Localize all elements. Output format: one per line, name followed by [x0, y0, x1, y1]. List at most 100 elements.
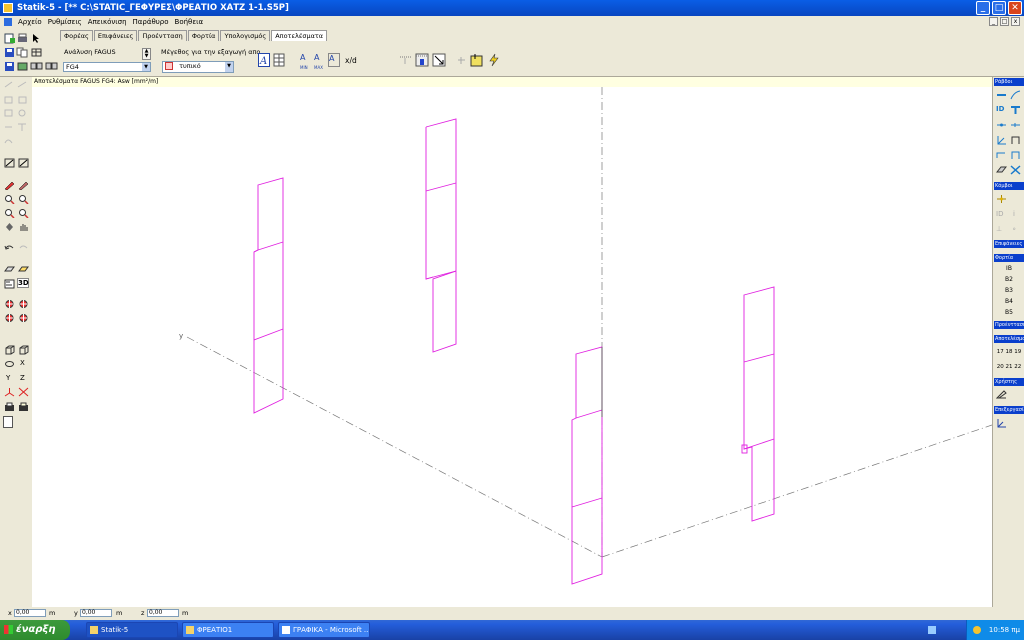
menu-window[interactable]: Παράθυρο — [133, 18, 169, 26]
tray-icon[interactable] — [973, 626, 981, 634]
load-case-3[interactable]: Β3 — [993, 286, 1024, 296]
node-spring-button[interactable]: ∘ — [1012, 225, 1016, 233]
task-statik[interactable]: Statik-5 — [86, 622, 178, 638]
save-all-icon[interactable] — [3, 61, 16, 72]
view-3d-button[interactable]: 3D — [17, 278, 29, 288]
export-size-select[interactable]: τυπικό ▼ — [162, 61, 234, 73]
eraser-bar-icon[interactable] — [996, 165, 1007, 175]
analysis-select[interactable]: FG4 ▼ — [63, 62, 151, 72]
x-coord-field[interactable]: 0,00 — [14, 609, 46, 617]
resize-icon[interactable] — [432, 53, 446, 67]
local-axes-icon[interactable] — [996, 135, 1007, 145]
calc-flag-icon[interactable] — [470, 53, 484, 67]
lightning-icon[interactable] — [488, 53, 500, 67]
start-button[interactable]: έναρξη — [0, 620, 70, 640]
a-max-icon[interactable]: A MAX — [314, 53, 326, 70]
view-side-icon[interactable] — [18, 345, 29, 355]
dots-icon[interactable] — [399, 55, 412, 66]
hand-icon[interactable] — [18, 222, 29, 232]
zoom-in-icon[interactable] — [4, 194, 15, 204]
zoom-fit-icon[interactable] — [30, 61, 43, 72]
results-row-1[interactable]: 17 18 19 — [993, 347, 1024, 357]
mdi-minimize-button[interactable]: _ — [989, 17, 998, 26]
menu-settings[interactable]: Ρυθμίσεις — [48, 18, 82, 26]
panel-header-edit[interactable]: Επεξεργασία — [994, 406, 1024, 414]
italic-a-icon[interactable]: A — [258, 53, 270, 67]
task-word[interactable]: ΓΡΑΦΙΚΑ - Microsoft ... — [278, 622, 370, 638]
report-icon[interactable] — [45, 61, 58, 72]
panel-header-prestress[interactable]: Προέντταση — [994, 321, 1024, 329]
tab-structure[interactable]: Φορέας — [60, 30, 93, 41]
select-bars-icon[interactable] — [4, 158, 15, 168]
panel-header-bars[interactable]: Ράβδοι — [994, 78, 1024, 86]
tab-surfaces[interactable]: Επιφάνειες — [93, 30, 138, 41]
a-x-icon[interactable]: A — [328, 53, 340, 67]
language-icon[interactable] — [928, 626, 936, 634]
load-case-5[interactable]: Β5 — [993, 308, 1024, 318]
z-coord-field[interactable]: 0,00 — [147, 609, 179, 617]
bar-id-button[interactable]: ID — [996, 105, 1004, 113]
redo-icon[interactable] — [18, 243, 29, 253]
xd-button[interactable]: x/d — [345, 56, 357, 65]
panel-header-loads[interactable]: Φορτία — [994, 254, 1024, 262]
a-min-icon[interactable]: A MIN — [300, 53, 312, 70]
new-file-icon[interactable] — [3, 33, 16, 44]
plane-view-icon[interactable] — [4, 264, 15, 274]
tab-results[interactable]: Αποτελέσματα — [271, 30, 328, 41]
tab-loads[interactable]: Φορτία — [187, 30, 220, 41]
tab-prestress[interactable]: Προέντταση — [138, 30, 187, 41]
mdi-close-button[interactable]: x — [1011, 17, 1020, 26]
load-case-1[interactable]: ΙΒ — [993, 264, 1024, 274]
panel-header-surfaces[interactable]: Επιφάνειες — [994, 240, 1024, 248]
panel-header-results[interactable]: Αποτελέσματα — [994, 335, 1024, 343]
delete-bar-icon[interactable] — [1010, 165, 1021, 175]
render-settings-icon[interactable] — [18, 402, 29, 412]
node-id-button[interactable]: ID — [996, 210, 1003, 218]
mdi-restore-button[interactable]: □ — [1000, 17, 1009, 26]
close-button[interactable]: ✕ — [1008, 1, 1022, 15]
plane-edit-icon[interactable] — [18, 264, 29, 274]
app-menu-icon[interactable] — [4, 17, 12, 26]
rotate-up-icon[interactable] — [4, 313, 15, 323]
load-case-2[interactable]: Β2 — [993, 275, 1024, 285]
color-swatch[interactable] — [3, 416, 13, 428]
load-case-4[interactable]: Β4 — [993, 297, 1024, 307]
menu-help[interactable]: Βοήθεια — [175, 18, 204, 26]
view-y-button[interactable]: Y — [6, 374, 10, 382]
axes-icon[interactable] — [4, 387, 15, 397]
release-icon[interactable] — [1010, 120, 1021, 130]
zoom-out-icon[interactable] — [18, 194, 29, 204]
zoom-previous-icon[interactable] — [18, 208, 29, 218]
drawing-canvas[interactable]: y — [32, 87, 993, 607]
panel-header-nodes[interactable]: Κόμβοι — [994, 182, 1024, 190]
curve-tool-icon[interactable] — [1010, 90, 1021, 100]
star-icon[interactable] — [455, 55, 468, 66]
pan-all-icon[interactable] — [4, 222, 15, 232]
axes-rotate-icon[interactable] — [18, 387, 29, 397]
print-icon[interactable] — [16, 33, 29, 44]
menu-view[interactable]: Απεικόνιση — [88, 18, 127, 26]
menu-file[interactable]: Αρχείο — [18, 18, 42, 26]
view-top-icon[interactable] — [4, 359, 15, 369]
eraser-icon[interactable] — [18, 180, 29, 190]
rotate-left-icon[interactable] — [4, 299, 15, 309]
panel-header-user[interactable]: Χρήστης — [994, 378, 1024, 386]
task-folder[interactable]: ΦΡΕΑΤΙΟ1 — [182, 622, 274, 638]
render-icon[interactable] — [4, 402, 15, 412]
y-coord-field[interactable]: 0,00 — [80, 609, 112, 617]
bar-tool-icon[interactable] — [996, 90, 1007, 100]
hinge-icon[interactable] — [996, 120, 1007, 130]
select-nodes-icon[interactable] — [18, 158, 29, 168]
node-support-button[interactable]: ⊥ — [996, 225, 1002, 233]
copy-icon[interactable] — [16, 47, 29, 58]
pointer-tool-icon[interactable] — [30, 33, 43, 44]
rotate-right-icon[interactable] — [18, 299, 29, 309]
frame-icon[interactable] — [1010, 135, 1021, 145]
tab-calculation[interactable]: Υπολογισμός — [220, 30, 271, 41]
minimize-button[interactable]: _ — [976, 1, 990, 15]
save-icon[interactable] — [3, 47, 16, 58]
view-front-icon[interactable] — [4, 345, 15, 355]
section-view-icon[interactable] — [415, 53, 429, 67]
zoom-window-icon[interactable] — [4, 208, 15, 218]
node-icon[interactable] — [996, 194, 1007, 204]
